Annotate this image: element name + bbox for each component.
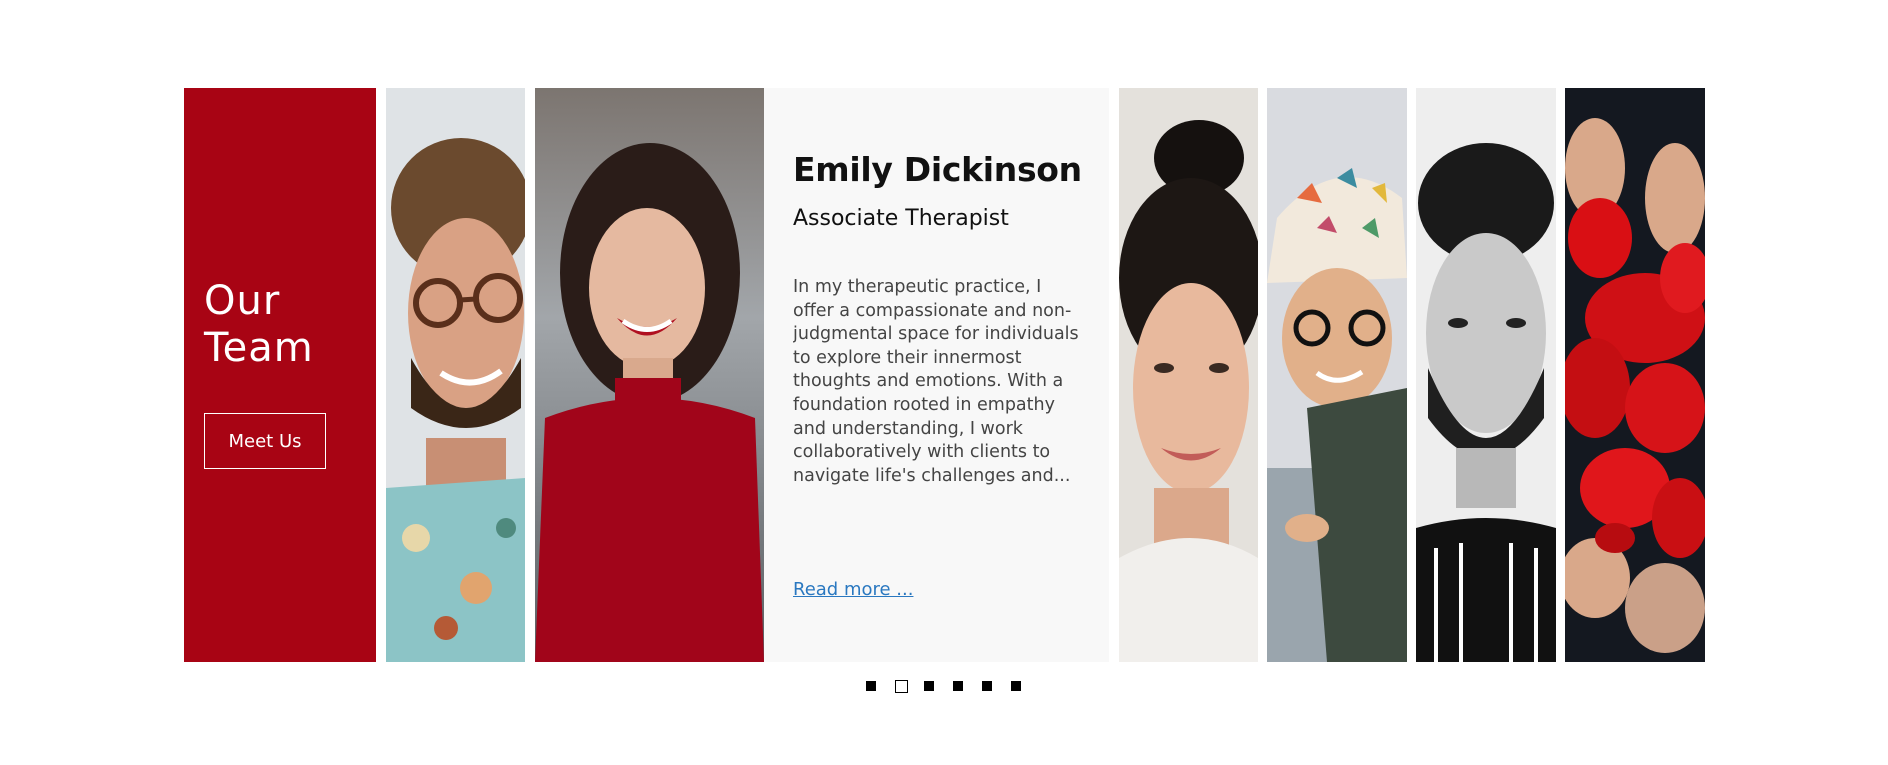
team-member-photo-2[interactable]: [535, 88, 764, 662]
portrait-man-beard-icon: [1416, 88, 1556, 662]
team-member-photo-4[interactable]: [1267, 88, 1407, 662]
member-role: Associate Therapist: [793, 206, 1009, 231]
read-more-link[interactable]: Read more ...: [793, 579, 913, 600]
team-member-photo-3[interactable]: [1119, 88, 1258, 662]
team-slider: Our Team Meet Us Emily Dickinson Associa…: [0, 0, 1888, 765]
pagination-dot-6[interactable]: [1011, 681, 1021, 691]
red-painted-hands-icon: [1565, 88, 1705, 662]
member-bio: In my therapeutic practice, I offer a co…: [793, 277, 1079, 486]
featured-member-card: Emily Dickinson Associate Therapist In m…: [764, 88, 1109, 662]
portrait-woman-red-top-icon: [535, 88, 764, 662]
slider-pagination: [866, 680, 1040, 693]
pagination-dot-2[interactable]: [895, 680, 908, 693]
portrait-woman-bucket-hat-icon: [1267, 88, 1407, 662]
pagination-dot-1[interactable]: [866, 681, 876, 691]
team-intro-panel: Our Team Meet Us: [184, 88, 376, 662]
member-name: Emily Dickinson: [793, 150, 1082, 189]
meet-us-button[interactable]: Meet Us: [204, 413, 326, 469]
team-member-photo-1[interactable]: [386, 88, 525, 662]
portrait-man-glasses-icon: [386, 88, 525, 662]
team-member-photo-6[interactable]: [1565, 88, 1705, 662]
team-member-photo-5[interactable]: [1416, 88, 1556, 662]
pagination-dot-4[interactable]: [953, 681, 963, 691]
section-title: Our Team: [204, 278, 314, 371]
portrait-woman-hair-bun-icon: [1119, 88, 1258, 662]
pagination-dot-3[interactable]: [924, 681, 934, 691]
pagination-dot-5[interactable]: [982, 681, 992, 691]
